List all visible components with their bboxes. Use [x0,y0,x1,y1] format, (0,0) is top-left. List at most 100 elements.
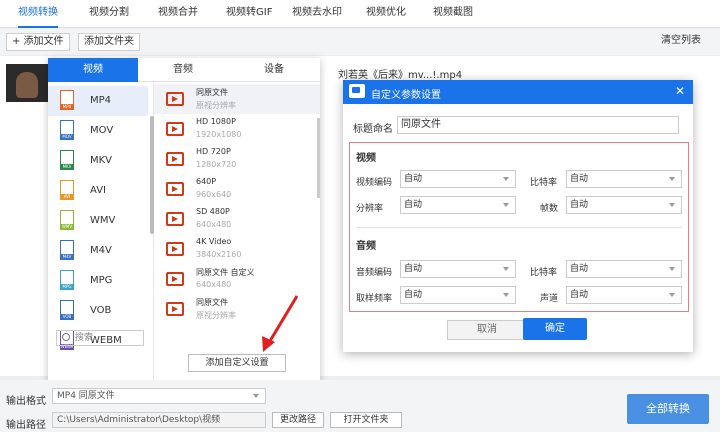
file-name: 刘若英《后来》mv...!.mp4 [338,70,463,81]
preset-list: 同原文件 原视分辨率 HD 1080P 1920x1080 HD 720P 1280x72… [154,82,320,380]
tab-video-convert[interactable]: 视频转换 [18,0,58,28]
format-icon-label: MOV [60,134,74,140]
resolution-select[interactable]: 自动 [400,196,516,214]
preset-item[interactable]: SD 480P 640x480 [154,204,320,234]
format-name: MOV [90,125,114,136]
clear-list-button[interactable]: 清空列表 [656,33,706,51]
format-icon-label: MP4 [60,104,74,110]
custom-params-dialog: 自定义参数设置 ✕ 标题命名 同原文件 视频 视频编码 自动 比特率 自动 分辨… [343,80,693,352]
resolution-label: 分辨率 [356,204,384,214]
preset-item[interactable]: 同原文件 原视分辨率 [154,294,320,324]
add-custom-settings-button[interactable]: 添加自定义设置 [188,354,286,372]
tab-remove-watermark[interactable]: 视频去水印 [292,0,342,28]
search-icon [62,333,70,341]
file-format-icon: WMV [60,210,74,230]
search-input[interactable]: 搜索 [56,330,144,346]
output-path-input[interactable]: C:\Users\Administrator\Desktop\视频 [52,412,266,428]
preset-item[interactable]: 4K Video 3840x2160 [154,234,320,264]
preset-item[interactable]: 640P 960x640 [154,174,320,204]
tab-video[interactable]: 视频 [48,58,138,82]
tab-video-split[interactable]: 视频分割 [89,0,129,28]
video-thumbnail [6,64,50,102]
format-item[interactable]: VOB VOB [48,296,148,326]
preset-list-scrollbar[interactable] [317,118,320,198]
preset-title: 同原文件 [196,88,228,97]
add-folder-button[interactable]: 添加文件夹 [78,33,140,51]
samplerate-label: 取样频率 [356,294,393,304]
video-bitrate-select[interactable]: 自动 [566,170,682,188]
preset-subtitle: 960x640 [196,190,232,199]
close-icon[interactable]: ✕ [675,84,685,98]
format-name: AVI [90,185,106,196]
audio-bitrate-select[interactable]: 自动 [566,260,682,278]
format-item[interactable]: MP4 MP4 [48,86,148,116]
preset-subtitle: 1280x720 [196,160,237,169]
video-file-icon [166,242,184,256]
file-format-icon: M4V [60,240,74,260]
format-item[interactable]: MOV MOV [48,116,148,146]
search-placeholder: 搜索 [75,333,94,343]
preset-item[interactable]: HD 720P 1280x720 [154,144,320,174]
title-label: 标题命名 [353,124,393,135]
tab-video-merge[interactable]: 视频合并 [158,0,198,28]
change-path-button[interactable]: 更改路径 [272,412,324,428]
format-panel: 视频 音频 设备 MP4 MP4 MOV MOV MKV MKV AVI AVI WMV WMV M… [48,58,320,380]
format-name: WMV [90,215,116,226]
title-input[interactable]: 同原文件 [397,116,679,134]
format-item[interactable]: WMV WMV [48,206,148,236]
framerate-select[interactable]: 自动 [566,196,682,214]
format-item[interactable]: M4V M4V [48,236,148,266]
ok-button[interactable]: 确定 [523,318,587,340]
file-format-icon: MPG [60,270,74,290]
video-file-icon [166,212,184,226]
format-name: VOB [90,305,112,316]
video-file-icon [166,152,184,166]
format-icon-label: VOB [60,314,74,320]
output-format-label: 输出格式 [6,396,46,407]
convert-all-button[interactable]: 全部转换 [627,394,709,424]
bottom-bar: 输出格式 MP4 同原文件 输出路径 C:\Users\Administrato… [0,380,720,432]
tab-audio[interactable]: 音频 [138,58,228,82]
file-format-icon: VOB [60,300,74,320]
cancel-button[interactable]: 取消 [447,320,527,340]
format-item[interactable]: MPG MPG [48,266,148,296]
video-file-icon [166,272,184,286]
tab-video-optimize[interactable]: 视频优化 [366,0,406,28]
preset-item[interactable]: 同原文件 原视分辨率 [154,84,320,114]
video-file-icon [166,122,184,136]
audio-codec-select[interactable]: 自动 [400,260,516,278]
preset-item[interactable]: 同原文件 自定义 640x480 [154,264,320,294]
preset-subtitle: 640x480 [196,220,232,229]
tab-video-to-gif[interactable]: 视频转GIF [226,0,272,28]
audio-section-title: 音频 [356,241,376,252]
framerate-label: 帧数 [540,204,559,214]
preset-title: HD 720P [196,147,231,156]
file-format-icon: MP4 [60,90,74,110]
output-path-label: 输出路径 [6,420,46,431]
format-item[interactable]: AVI AVI [48,176,148,206]
preset-subtitle: 3840x2160 [196,250,242,259]
video-file-icon [166,92,184,106]
preset-title: 4K Video [196,237,232,246]
open-folder-button[interactable]: 打开文件夹 [330,412,402,428]
file-format-icon: AVI [60,180,74,200]
format-icon-label: MKV [60,164,74,170]
channel-label: 声道 [540,294,559,304]
preset-title: 同原文件 自定义 [196,268,255,277]
category-tabs: 视频 音频 设备 [48,58,320,82]
video-section-title: 视频 [356,153,376,164]
video-codec-select[interactable]: 自动 [400,170,516,188]
samplerate-select[interactable]: 自动 [400,286,516,304]
channel-select[interactable]: 自动 [566,286,682,304]
add-file-button[interactable]: + 添加文件 [6,33,70,51]
format-item[interactable]: MKV MKV [48,146,148,176]
tab-video-screenshot[interactable]: 视频截图 [433,0,473,28]
output-format-select[interactable]: MP4 同原文件 [52,388,266,404]
tab-device[interactable]: 设备 [228,58,320,82]
video-file-icon [166,182,184,196]
file-format-icon: MOV [60,120,74,140]
top-nav: 视频转换 视频分割 视频合并 视频转GIF 视频去水印 视频优化 视频截图 [0,0,720,28]
audio-codec-label: 音频编码 [356,268,393,278]
format-icon-label: AVI [60,194,74,200]
preset-item[interactable]: HD 1080P 1920x1080 [154,114,320,144]
